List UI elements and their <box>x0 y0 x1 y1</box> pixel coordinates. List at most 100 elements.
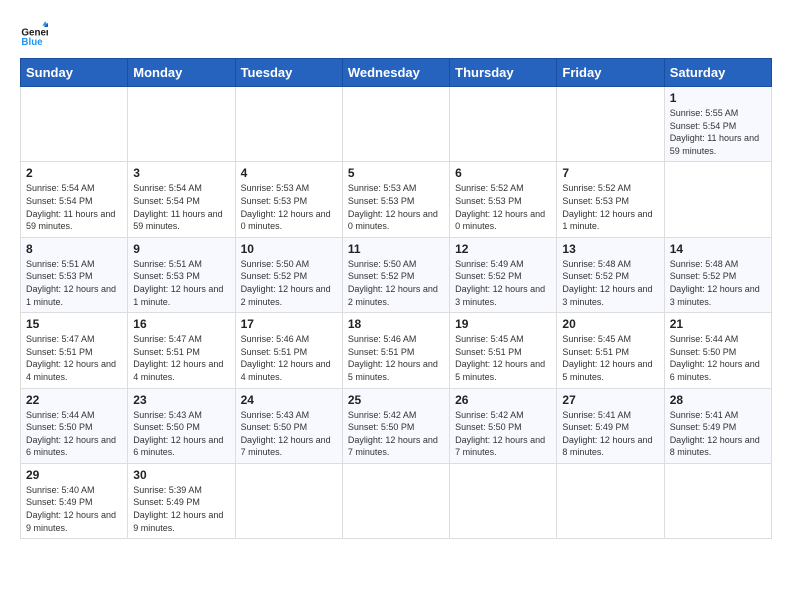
logo-icon: General Blue <box>20 20 48 48</box>
day-number: 30 <box>133 468 229 482</box>
table-row: 29 Sunrise: 5:40 AMSunset: 5:49 PMDaylig… <box>21 463 772 538</box>
day-info: Sunrise: 5:41 AMSunset: 5:49 PMDaylight:… <box>670 409 766 459</box>
col-header-saturday: Saturday <box>664 59 771 87</box>
day-info: Sunrise: 5:43 AMSunset: 5:50 PMDaylight:… <box>241 409 337 459</box>
day-number: 5 <box>348 166 444 180</box>
day-cell-30: 30 Sunrise: 5:39 AMSunset: 5:49 PMDaylig… <box>128 463 235 538</box>
day-number: 9 <box>133 242 229 256</box>
day-info: Sunrise: 5:44 AMSunset: 5:50 PMDaylight:… <box>670 333 766 383</box>
day-info: Sunrise: 5:53 AMSunset: 5:53 PMDaylight:… <box>241 182 337 232</box>
day-number: 26 <box>455 393 551 407</box>
table-row: 8 Sunrise: 5:51 AMSunset: 5:53 PMDayligh… <box>21 237 772 312</box>
day-number: 24 <box>241 393 337 407</box>
day-info: Sunrise: 5:54 AMSunset: 5:54 PMDaylight:… <box>26 182 122 232</box>
empty-cell <box>21 87 128 162</box>
day-cell-26: 26 Sunrise: 5:42 AMSunset: 5:50 PMDaylig… <box>450 388 557 463</box>
day-cell-3: 3 Sunrise: 5:54 AMSunset: 5:54 PMDayligh… <box>128 162 235 237</box>
day-cell-7: 7 Sunrise: 5:52 AMSunset: 5:53 PMDayligh… <box>557 162 664 237</box>
day-number: 2 <box>26 166 122 180</box>
day-cell-22: 22 Sunrise: 5:44 AMSunset: 5:50 PMDaylig… <box>21 388 128 463</box>
day-cell-4: 4 Sunrise: 5:53 AMSunset: 5:53 PMDayligh… <box>235 162 342 237</box>
empty-cell <box>128 87 235 162</box>
day-cell-28: 28 Sunrise: 5:41 AMSunset: 5:49 PMDaylig… <box>664 388 771 463</box>
table-row: 1 Sunrise: 5:55 AMSunset: 5:54 PMDayligh… <box>21 87 772 162</box>
day-info: Sunrise: 5:52 AMSunset: 5:53 PMDaylight:… <box>455 182 551 232</box>
empty-cell <box>342 463 449 538</box>
day-number: 6 <box>455 166 551 180</box>
day-number: 19 <box>455 317 551 331</box>
calendar-table: SundayMondayTuesdayWednesdayThursdayFrid… <box>20 58 772 539</box>
day-cell-2: 2 Sunrise: 5:54 AMSunset: 5:54 PMDayligh… <box>21 162 128 237</box>
day-info: Sunrise: 5:52 AMSunset: 5:53 PMDaylight:… <box>562 182 658 232</box>
day-info: Sunrise: 5:51 AMSunset: 5:53 PMDaylight:… <box>133 258 229 308</box>
day-number: 18 <box>348 317 444 331</box>
day-cell-12: 12 Sunrise: 5:49 AMSunset: 5:52 PMDaylig… <box>450 237 557 312</box>
day-info: Sunrise: 5:48 AMSunset: 5:52 PMDaylight:… <box>562 258 658 308</box>
empty-cell <box>342 87 449 162</box>
day-number: 4 <box>241 166 337 180</box>
day-cell-6: 6 Sunrise: 5:52 AMSunset: 5:53 PMDayligh… <box>450 162 557 237</box>
empty-cell <box>557 87 664 162</box>
day-number: 17 <box>241 317 337 331</box>
empty-cell <box>450 463 557 538</box>
day-cell-14: 14 Sunrise: 5:48 AMSunset: 5:52 PMDaylig… <box>664 237 771 312</box>
day-cell-19: 19 Sunrise: 5:45 AMSunset: 5:51 PMDaylig… <box>450 313 557 388</box>
day-cell-11: 11 Sunrise: 5:50 AMSunset: 5:52 PMDaylig… <box>342 237 449 312</box>
day-info: Sunrise: 5:39 AMSunset: 5:49 PMDaylight:… <box>133 484 229 534</box>
header: General Blue <box>20 20 772 48</box>
day-number: 23 <box>133 393 229 407</box>
day-number: 20 <box>562 317 658 331</box>
table-row: 22 Sunrise: 5:44 AMSunset: 5:50 PMDaylig… <box>21 388 772 463</box>
day-info: Sunrise: 5:49 AMSunset: 5:52 PMDaylight:… <box>455 258 551 308</box>
day-cell-21: 21 Sunrise: 5:44 AMSunset: 5:50 PMDaylig… <box>664 313 771 388</box>
day-cell-16: 16 Sunrise: 5:47 AMSunset: 5:51 PMDaylig… <box>128 313 235 388</box>
day-number: 29 <box>26 468 122 482</box>
day-info: Sunrise: 5:51 AMSunset: 5:53 PMDaylight:… <box>26 258 122 308</box>
day-number: 1 <box>670 91 766 105</box>
day-info: Sunrise: 5:44 AMSunset: 5:50 PMDaylight:… <box>26 409 122 459</box>
day-number: 28 <box>670 393 766 407</box>
day-info: Sunrise: 5:46 AMSunset: 5:51 PMDaylight:… <box>241 333 337 383</box>
day-number: 21 <box>670 317 766 331</box>
day-number: 16 <box>133 317 229 331</box>
header-row: SundayMondayTuesdayWednesdayThursdayFrid… <box>21 59 772 87</box>
day-info: Sunrise: 5:41 AMSunset: 5:49 PMDaylight:… <box>562 409 658 459</box>
empty-cell <box>235 87 342 162</box>
day-number: 11 <box>348 242 444 256</box>
day-number: 8 <box>26 242 122 256</box>
table-row: 2 Sunrise: 5:54 AMSunset: 5:54 PMDayligh… <box>21 162 772 237</box>
day-cell-5: 5 Sunrise: 5:53 AMSunset: 5:53 PMDayligh… <box>342 162 449 237</box>
day-info: Sunrise: 5:47 AMSunset: 5:51 PMDaylight:… <box>26 333 122 383</box>
day-info: Sunrise: 5:40 AMSunset: 5:49 PMDaylight:… <box>26 484 122 534</box>
day-cell-27: 27 Sunrise: 5:41 AMSunset: 5:49 PMDaylig… <box>557 388 664 463</box>
day-number: 3 <box>133 166 229 180</box>
day-cell-25: 25 Sunrise: 5:42 AMSunset: 5:50 PMDaylig… <box>342 388 449 463</box>
day-number: 22 <box>26 393 122 407</box>
day-info: Sunrise: 5:50 AMSunset: 5:52 PMDaylight:… <box>348 258 444 308</box>
col-header-wednesday: Wednesday <box>342 59 449 87</box>
empty-cell <box>235 463 342 538</box>
empty-cell <box>557 463 664 538</box>
day-cell-17: 17 Sunrise: 5:46 AMSunset: 5:51 PMDaylig… <box>235 313 342 388</box>
day-info: Sunrise: 5:50 AMSunset: 5:52 PMDaylight:… <box>241 258 337 308</box>
day-info: Sunrise: 5:42 AMSunset: 5:50 PMDaylight:… <box>348 409 444 459</box>
col-header-monday: Monday <box>128 59 235 87</box>
svg-text:Blue: Blue <box>21 37 43 48</box>
day-info: Sunrise: 5:55 AMSunset: 5:54 PMDaylight:… <box>670 107 766 157</box>
day-info: Sunrise: 5:47 AMSunset: 5:51 PMDaylight:… <box>133 333 229 383</box>
day-info: Sunrise: 5:46 AMSunset: 5:51 PMDaylight:… <box>348 333 444 383</box>
day-info: Sunrise: 5:45 AMSunset: 5:51 PMDaylight:… <box>455 333 551 383</box>
day-cell-29: 29 Sunrise: 5:40 AMSunset: 5:49 PMDaylig… <box>21 463 128 538</box>
day-cell-24: 24 Sunrise: 5:43 AMSunset: 5:50 PMDaylig… <box>235 388 342 463</box>
day-info: Sunrise: 5:45 AMSunset: 5:51 PMDaylight:… <box>562 333 658 383</box>
day-cell-8: 8 Sunrise: 5:51 AMSunset: 5:53 PMDayligh… <box>21 237 128 312</box>
day-number: 10 <box>241 242 337 256</box>
day-number: 12 <box>455 242 551 256</box>
empty-cell <box>450 87 557 162</box>
calendar-container: General Blue SundayMondayTuesdayWednesda… <box>0 0 792 549</box>
col-header-tuesday: Tuesday <box>235 59 342 87</box>
col-header-thursday: Thursday <box>450 59 557 87</box>
day-cell-13: 13 Sunrise: 5:48 AMSunset: 5:52 PMDaylig… <box>557 237 664 312</box>
empty-cell <box>664 162 771 237</box>
day-number: 14 <box>670 242 766 256</box>
